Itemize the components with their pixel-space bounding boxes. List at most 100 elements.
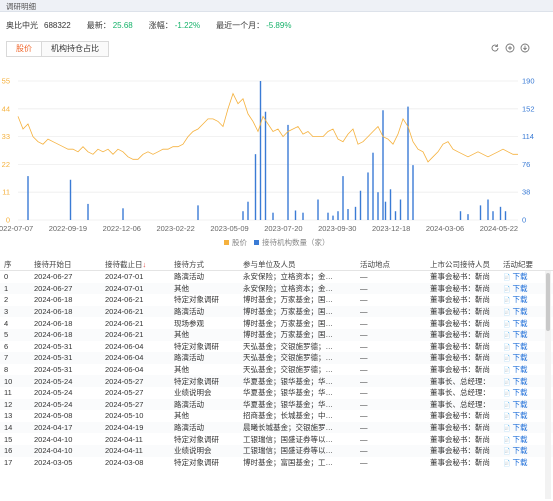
download-link[interactable]: 📄 下载 (503, 294, 543, 305)
download-link[interactable]: 📄 下载 (503, 387, 543, 398)
download-link[interactable]: 📄 下载 (503, 376, 543, 387)
table-row[interactable]: 10 2024-05-24 2024-05-27 特定对象调研 华夏基金；银华基金；华…… (0, 375, 553, 387)
download-label: 下载 (512, 376, 528, 386)
cell-participants: 华夏基金；银华基金；华… (243, 376, 333, 386)
tab-institution-holding[interactable]: 机构持仓占比 (42, 41, 109, 57)
table-row[interactable]: 0 2024-06-27 2024-07-01 路演活动 永安保险；立格资本；金… — 董事… (0, 271, 553, 283)
table-row[interactable]: 12 2024-05-24 2024-05-27 路演活动 华夏基金；银华基金；华… — 董… (0, 398, 553, 411)
cell-index: 5 (4, 330, 9, 340)
table-row[interactable]: 11 2024-05-24 2024-05-27 业绩说明会 华夏基金；银华基金；华… —… (0, 386, 553, 399)
sort-desc-icon[interactable]: ↓ (143, 260, 147, 269)
cell-start-date: 2024-06-18 (34, 330, 73, 340)
table-row[interactable]: 16 2024-04-10 2024-04-11 业绩说明会 工银瑞信；国盛证券等以… —… (0, 444, 553, 457)
download-link[interactable]: 📄 下载 (503, 422, 543, 433)
cell-company-staff: 董事会秘书：靳尚 (430, 272, 490, 282)
table-row[interactable]: 2 2024-06-18 2024-06-21 特定对象调研 博时基金；万家基金；国… —… (0, 294, 553, 306)
cell-start-date: 2024-05-24 (34, 376, 73, 386)
download-link[interactable]: 📄 下载 (503, 445, 543, 456)
download-label: 下载 (512, 283, 528, 293)
table-row[interactable]: 3 2024-06-18 2024-06-21 路演活动 博时基金；万家基金；国… — 董事… (0, 305, 553, 318)
bar-mark (259, 81, 262, 220)
bar-mark (479, 205, 482, 220)
cell-participants: 博时基金；万家基金；国… (243, 318, 333, 328)
download-link[interactable]: 📄 下载 (503, 364, 543, 375)
bar-mark (337, 211, 339, 220)
download-link[interactable]: 📄 下载 (503, 271, 543, 282)
download-link[interactable]: 📄 下载 (503, 283, 543, 294)
download-icon[interactable] (520, 43, 530, 53)
bar-mark (407, 106, 409, 220)
download-link[interactable]: 📄 下载 (503, 399, 543, 410)
col-company-staff[interactable]: 上市公司接待人员 (430, 259, 503, 270)
right-axis-tick: 38 (522, 188, 530, 197)
scrollbar-thumb[interactable] (546, 273, 550, 331)
chart-tabs: 股价 机构持仓占比 (6, 41, 109, 57)
col-index[interactable]: 序 (0, 259, 34, 270)
col-minutes[interactable]: 活动纪要 (503, 259, 543, 270)
download-label: 下载 (512, 434, 528, 444)
cell-participants: 天弘基金；交银施罗德；… (243, 365, 333, 375)
col-location[interactable]: 活动地点 (360, 259, 430, 270)
cell-method: 其他 (174, 330, 189, 340)
cell-start-date: 2024-06-18 (34, 295, 73, 305)
bar-mark (354, 206, 357, 220)
col-end-date[interactable]: 接待截止日↓ (105, 259, 174, 270)
left-axis-tick: 44 (2, 104, 10, 113)
x-axis-tick: 2022-09-19 (49, 224, 87, 233)
bar-mark (342, 176, 344, 220)
download-link[interactable]: 📄 下载 (503, 329, 543, 340)
download-link[interactable]: 📄 下载 (503, 341, 543, 352)
download-link[interactable]: 📄 下载 (503, 410, 543, 421)
stock-code: 688322 (44, 20, 71, 30)
cell-index: 1 (4, 283, 9, 293)
cell-method: 路演活动 (174, 353, 204, 363)
change-label: 涨幅： (148, 20, 173, 30)
bar-mark (377, 192, 379, 220)
download-link[interactable]: 📄 下载 (503, 318, 543, 329)
download-link[interactable]: 📄 下载 (503, 306, 543, 317)
bar-mark (394, 211, 397, 220)
download-label: 下载 (512, 411, 528, 421)
cell-company-staff: 董事会秘书：靳尚 (430, 423, 490, 433)
table-row[interactable]: 1 2024-06-27 2024-07-01 其他 永安保险；立格资本；金… — 董事会秘… (0, 282, 553, 295)
cell-company-staff: 董事会秘书：靳尚 (430, 411, 490, 421)
table-row[interactable]: 5 2024-06-18 2024-06-21 其他 博时基金；万家基金；国… — 董事会秘… (0, 328, 553, 341)
cell-participants: 晨曦长城基金；交银施罗… (243, 423, 333, 433)
table-row[interactable]: 17 2024-03-05 2024-03-08 特定对象调研 博时基金；富国基金；工…… (0, 456, 553, 469)
cell-index: 4 (4, 318, 9, 328)
download-link[interactable]: 📄 下载 (503, 352, 543, 363)
table-row[interactable]: 7 2024-05-31 2024-06-04 路演活动 天弘基金；交银施罗德；… — 董事… (0, 352, 553, 364)
tab-stock-price[interactable]: 股价 (6, 41, 42, 57)
cell-end-date: 2024-04-11 (105, 446, 143, 456)
col-participants[interactable]: 参与单位及人员 (243, 259, 360, 270)
table-row[interactable]: 13 2024-05-08 2024-05-10 其他 招商基金；长城基金；中… — 董事会… (0, 410, 553, 422)
table-row[interactable]: 6 2024-05-31 2024-06-04 特定对象调研 天弘基金；交银施罗德；… —… (0, 340, 553, 353)
cell-location: — (360, 283, 368, 293)
download-link[interactable]: 📄 下载 (503, 457, 543, 468)
table-row[interactable]: 8 2024-05-31 2024-06-04 其他 天弘基金；交银施罗德；… — 董事会秘… (0, 363, 553, 376)
col-start-date[interactable]: 接待开始日 (34, 259, 105, 270)
table-row[interactable]: 4 2024-06-18 2024-06-21 现场参观 博时基金；万家基金；国… — 董事… (0, 317, 553, 329)
download-label: 下载 (512, 307, 528, 317)
table-row[interactable]: 14 2024-04-17 2024-04-19 路演活动 晨曦长城基金；交银施罗… — 董… (0, 421, 553, 434)
download-label: 下载 (512, 423, 528, 433)
bar-mark (87, 203, 89, 220)
cell-company-staff: 董事会秘书：靳尚 (430, 318, 490, 328)
download-link[interactable]: 📄 下载 (503, 434, 543, 445)
stock-name: 奥比中光 (6, 20, 38, 30)
table-row[interactable]: 15 2024-04-10 2024-04-11 特定对象调研 工银瑞信；国盛证券等以…… (0, 433, 553, 445)
panel-title: 调研明细 (6, 2, 36, 11)
cell-participants: 华夏基金；银华基金；华… (243, 388, 333, 398)
zoom-in-icon[interactable] (505, 43, 515, 53)
cell-end-date: 2024-06-21 (105, 318, 144, 328)
x-axis-tick: 2023-12-18 (372, 224, 410, 233)
x-axis-tick: 2023-02-22 (156, 224, 194, 233)
table-scrollbar[interactable] (545, 271, 551, 499)
refresh-icon[interactable] (490, 43, 500, 53)
col-method[interactable]: 接待方式 (174, 259, 243, 270)
left-axis-tick: 55 (2, 77, 10, 86)
bar-mark (504, 211, 507, 220)
cell-method: 特定对象调研 (174, 295, 219, 305)
cell-method: 特定对象调研 (174, 376, 219, 386)
bar-mark (247, 201, 249, 220)
